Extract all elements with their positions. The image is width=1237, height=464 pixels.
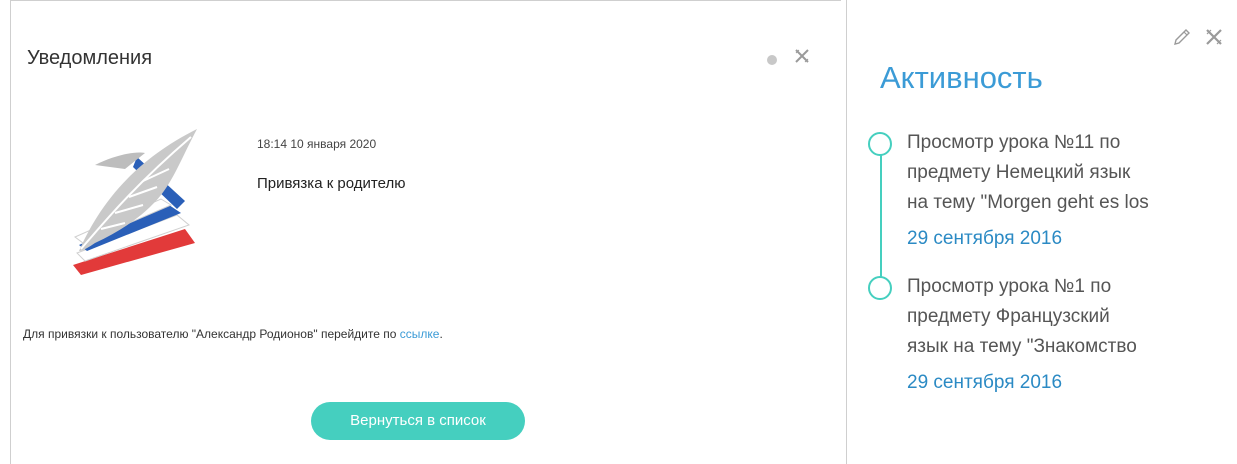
notifications-title: Уведомления [27,47,153,69]
close-icon[interactable] [793,47,811,65]
feather-book-logo [73,129,197,275]
activity-panel: Активность Просмотр урока №11 по предмет… [846,0,1237,464]
binding-link[interactable]: ссылке [400,327,440,341]
timeline-item-date: 29 сентября 2016 [907,228,1063,249]
notification-body: Для привязки к пользователю "Александр Р… [23,327,443,341]
close-icon[interactable] [1203,26,1225,48]
notification-date: 18:14 10 января 2020 [257,137,377,151]
timeline-marker [868,276,892,300]
back-to-list-button[interactable]: Вернуться в список [311,402,525,440]
status-dot-icon[interactable] [767,55,777,65]
timeline-line [880,152,882,288]
activity-title: Активность [880,60,1043,95]
timeline-marker [868,132,892,156]
notification-body-end: . [439,327,443,341]
notification-subject: Привязка к родителю [257,175,406,192]
timeline-item-date: 29 сентября 2016 [907,372,1063,393]
timeline-item-text: Просмотр урока №1 по предмету Французски… [907,276,1137,357]
notifications-panel: Уведомления 18:14 10 января 2020 Привязк… [10,0,842,464]
timeline-item-text: Просмотр урока №11 по предмету Немецкий … [907,132,1149,213]
pencil-icon[interactable] [1171,26,1193,48]
notification-body-text: Для привязки к пользователю "Александр Р… [23,327,400,341]
